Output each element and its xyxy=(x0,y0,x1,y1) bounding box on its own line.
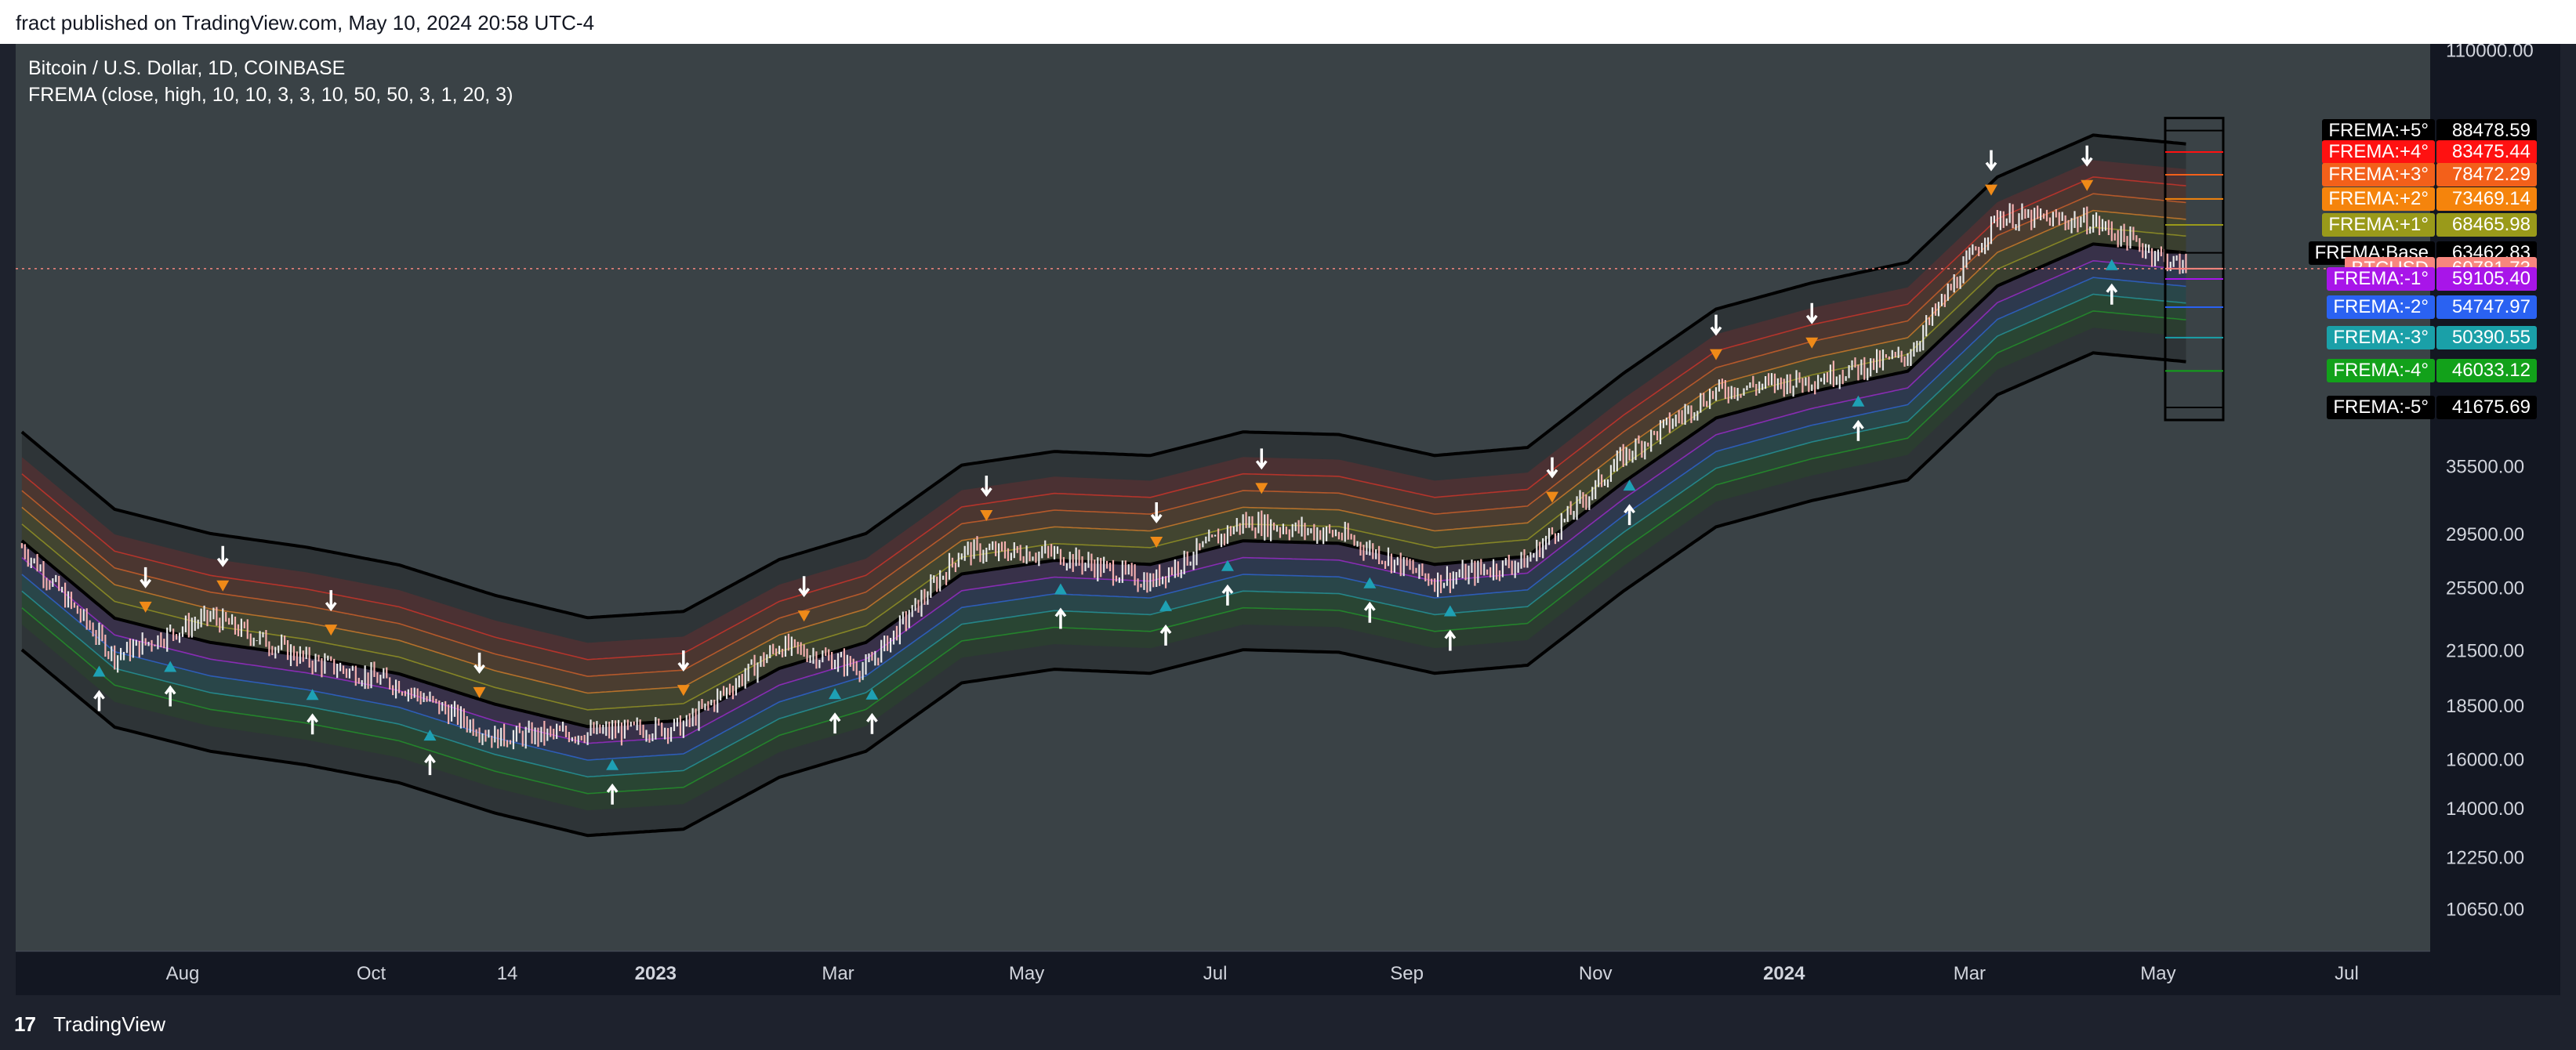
time-tick-label: Jul xyxy=(2335,963,2359,984)
level-value: 88478.59 xyxy=(2436,118,2537,143)
tradingview-logo-icon[interactable]: 17 xyxy=(14,1012,36,1037)
level-name: FREMA:+5° xyxy=(2322,118,2435,143)
level-label: FREMA:-1° 59105.40 xyxy=(2313,267,2537,291)
time-tick-label: Aug xyxy=(166,963,200,984)
level-label: FREMA:+2° 73469.14 xyxy=(2313,186,2537,211)
time-tick-label: 2023 xyxy=(635,963,677,984)
time-tick-label: 14 xyxy=(497,963,518,984)
brand-name[interactable]: TradingView xyxy=(53,1012,165,1037)
indicator-title[interactable]: FREMA (close, high, 10, 10, 3, 3, 10, 50… xyxy=(28,81,513,108)
time-tick-label: Oct xyxy=(357,963,386,984)
level-label: FREMA:+4° 83475.44 xyxy=(2313,139,2537,164)
time-tick-label: Mar xyxy=(822,963,854,984)
time-tick-label: Sep xyxy=(1390,963,1424,984)
level-label: FREMA:-3° 50390.55 xyxy=(2313,325,2537,349)
price-tick-label: 110000.00 xyxy=(2446,44,2534,61)
price-tick-label: 18500.00 xyxy=(2446,696,2524,717)
level-name: FREMA:-5° xyxy=(2327,395,2435,419)
level-value: 68465.98 xyxy=(2436,212,2537,237)
level-value: 59105.40 xyxy=(2436,267,2537,291)
time-tick-label: May xyxy=(2140,963,2175,984)
footer-bar: 17 TradingView xyxy=(0,995,2576,1050)
publish-header: fract published on TradingView.com, May … xyxy=(0,0,2576,44)
level-value: 41675.69 xyxy=(2436,395,2537,419)
level-label: FREMA:-4° 46033.12 xyxy=(2313,359,2537,383)
price-tick-label: 35500.00 xyxy=(2446,456,2524,477)
level-value: 54747.97 xyxy=(2436,295,2537,319)
symbol-title[interactable]: Bitcoin / U.S. Dollar, 1D, COINBASE xyxy=(28,55,513,81)
level-name: FREMA:+3° xyxy=(2322,162,2435,186)
level-name: FREMA:+1° xyxy=(2322,212,2435,237)
level-value: 73469.14 xyxy=(2436,186,2537,211)
level-name: FREMA:-2° xyxy=(2327,295,2435,319)
price-tick-label: 16000.00 xyxy=(2446,749,2524,770)
price-tick-label: 29500.00 xyxy=(2446,524,2524,545)
level-name: FREMA:-4° xyxy=(2327,359,2435,383)
level-name: FREMA:-3° xyxy=(2327,325,2435,349)
time-tick-label: May xyxy=(1009,963,1044,984)
time-tick-label: Mar xyxy=(1954,963,1986,984)
time-tick-label: Jul xyxy=(1203,963,1228,984)
chart-area[interactable]: 110000.00 35500.00 29500.00 25500.00 21500.0… xyxy=(16,44,2560,995)
level-name: FREMA:-1° xyxy=(2327,267,2435,291)
level-label: FREMA:+5° 88478.59 xyxy=(2313,118,2537,143)
level-label: FREMA:-5° 41675.69 xyxy=(2313,395,2537,419)
time-tick-label: 2024 xyxy=(1763,963,1805,984)
price-tick-label: 10650.00 xyxy=(2446,899,2524,920)
level-value: 46033.12 xyxy=(2436,359,2537,383)
price-tick-label: 12250.00 xyxy=(2446,848,2524,869)
time-tick-label: Nov xyxy=(1579,963,1613,984)
publish-info: fract published on TradingView.com, May … xyxy=(16,11,595,34)
chart-canvas[interactable]: 110000.00 35500.00 29500.00 25500.00 21500.0… xyxy=(16,44,2560,995)
price-tick-label: 21500.00 xyxy=(2446,641,2524,662)
level-name: FREMA:+4° xyxy=(2322,139,2435,164)
level-name: FREMA:+2° xyxy=(2322,186,2435,211)
chart-legend: Bitcoin / U.S. Dollar, 1D, COINBASE FREM… xyxy=(28,55,513,108)
level-value: 50390.55 xyxy=(2436,325,2537,349)
level-label: FREMA:+3° 78472.29 xyxy=(2313,162,2537,186)
level-value: 83475.44 xyxy=(2436,139,2537,164)
level-label: FREMA:-2° 54747.97 xyxy=(2313,295,2537,319)
level-value: 78472.29 xyxy=(2436,162,2537,186)
price-tick-label: 14000.00 xyxy=(2446,798,2524,820)
price-tick-label: 25500.00 xyxy=(2446,578,2524,599)
level-label: FREMA:+1° 68465.98 xyxy=(2313,212,2537,237)
